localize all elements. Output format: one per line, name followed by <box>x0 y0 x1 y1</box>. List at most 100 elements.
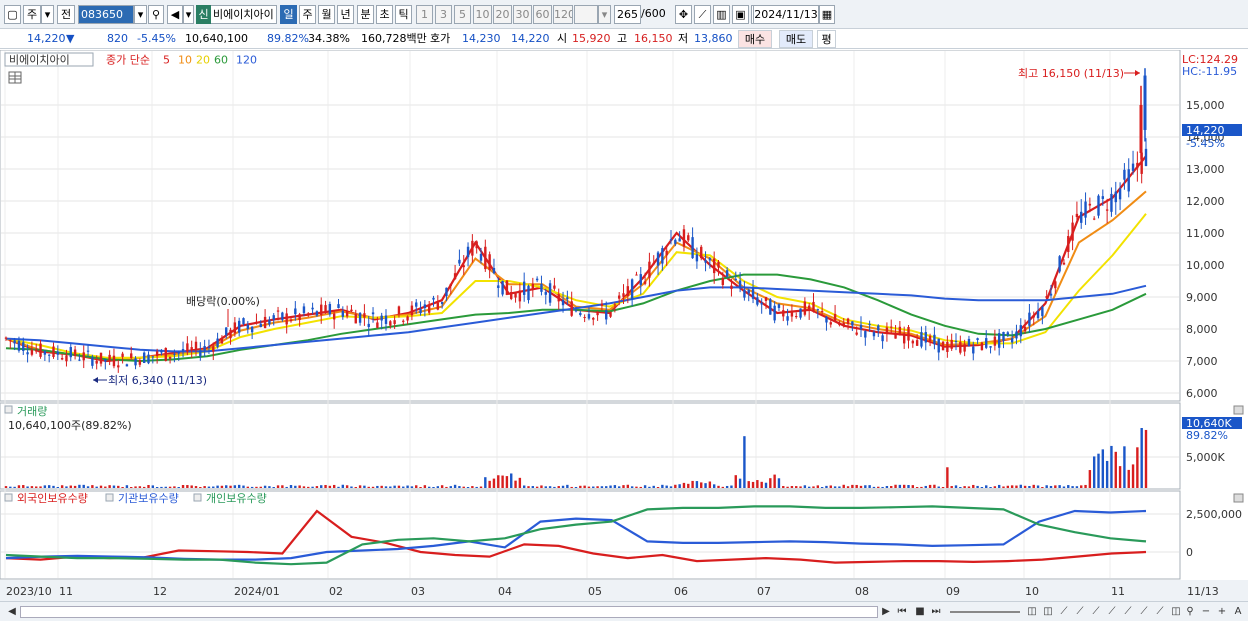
layout-icon[interactable]: ▢ <box>4 5 21 24</box>
candle-body <box>760 302 763 305</box>
volume-bar <box>700 482 703 488</box>
volume-bar <box>1045 485 1048 488</box>
volume-bar <box>69 485 72 488</box>
volume-bar <box>294 485 297 488</box>
tool-icon-9[interactable]: ⟋ <box>1152 604 1168 620</box>
scrollbar[interactable]: ◀ ▶ ⏮ ■ ⏭ ◫ ◫ ⟋ ⟋ ⟋ ⟋ ⟋ ⟋ ⟋ ◫ ⚲ − + A <box>0 601 1248 621</box>
text-tool-icon[interactable]: A <box>1230 604 1246 620</box>
buy-button[interactable]: 매수 <box>738 30 772 48</box>
volume-bar <box>626 484 630 488</box>
interval-5[interactable]: 5 <box>454 5 471 24</box>
period-select[interactable]: 주 <box>23 5 41 24</box>
interval-60[interactable]: 60 <box>533 5 552 24</box>
volume-bar <box>1131 464 1135 488</box>
candle-body <box>682 229 686 247</box>
interval-custom[interactable] <box>574 5 598 24</box>
date-input[interactable]: 2024/11/13 <box>753 5 819 24</box>
candle-body <box>872 332 876 337</box>
volume-bar <box>376 485 379 488</box>
tab-week[interactable]: 주 <box>299 5 316 24</box>
candle-body <box>773 305 776 321</box>
tool-icon-5[interactable]: ⟋ <box>1088 604 1104 620</box>
period-dropdown-icon[interactable]: ▾ <box>41 5 54 24</box>
zoom-in-icon[interactable]: + <box>1214 604 1230 620</box>
volume-panel[interactable] <box>0 402 1181 490</box>
volume-bar <box>790 486 794 488</box>
volume-bar <box>816 485 820 488</box>
candle-body <box>272 315 275 320</box>
holding-panel-icon[interactable] <box>4 493 13 502</box>
scroll-left-icon[interactable]: ◀ <box>4 604 20 620</box>
tab-tick[interactable]: 틱 <box>395 5 412 24</box>
avg-button[interactable]: 평 <box>817 30 836 48</box>
interval-120[interactable]: 120 <box>553 5 573 24</box>
volume-bar <box>851 484 854 488</box>
stock-chart[interactable]: 비에이치아이 종가 단순 5 10 20 60 120 LC:124.29 HC… <box>0 50 1248 601</box>
stop-icon[interactable]: ■ <box>912 604 928 620</box>
candle-body <box>9 340 12 342</box>
volume-bar <box>449 486 452 488</box>
candle-body <box>315 311 319 316</box>
stock-code-input[interactable]: 083650 <box>78 5 134 24</box>
tool-icon-2[interactable]: ◫ <box>1040 604 1056 620</box>
current-price-axis-label: 14,220 <box>1186 124 1225 137</box>
chart-type-icon[interactable]: ▥ <box>713 5 730 24</box>
volume-panel-icon[interactable] <box>4 405 13 414</box>
candle-body <box>497 285 500 288</box>
prev-button[interactable]: 전 <box>57 5 75 24</box>
tool-icon-7[interactable]: ⟋ <box>1120 604 1136 620</box>
tool-icon-3[interactable]: ⟋ <box>1056 604 1072 620</box>
tab-month[interactable]: 월 <box>318 5 335 24</box>
zoom-out-icon[interactable]: − <box>1198 604 1214 620</box>
scroll-last-icon[interactable]: ⏭ <box>928 604 944 620</box>
count-input[interactable]: 265 <box>614 5 641 24</box>
volume-bar <box>712 484 716 488</box>
holding-close-icon[interactable] <box>1233 493 1244 503</box>
interval-3[interactable]: 3 <box>435 5 452 24</box>
price-panel[interactable] <box>0 50 1181 402</box>
zoom-slider[interactable] <box>950 611 1020 613</box>
speaker-icon[interactable]: ◀ <box>167 5 183 24</box>
interval-30[interactable]: 30 <box>513 5 532 24</box>
scroll-first-icon[interactable]: ⏮ <box>894 604 910 620</box>
candle-body <box>466 246 470 258</box>
volume-close-icon[interactable] <box>1233 405 1244 415</box>
volume-bar <box>643 485 647 488</box>
candle-body <box>985 338 988 348</box>
tab-minute[interactable]: 분 <box>357 5 374 24</box>
zoom-search-icon[interactable]: ⚲ <box>1182 604 1198 620</box>
tab-year[interactable]: 년 <box>337 5 354 24</box>
volume-bar <box>13 486 16 488</box>
volume-bar <box>859 485 863 488</box>
save-icon[interactable]: ▣ <box>732 5 749 24</box>
candle-body <box>1058 256 1061 272</box>
tab-second[interactable]: 초 <box>376 5 393 24</box>
tool-icon-8[interactable]: ⟋ <box>1136 604 1152 620</box>
tool-icon-1[interactable]: ◫ <box>1024 604 1040 620</box>
speaker-dropdown-icon[interactable]: ▾ <box>183 5 194 24</box>
tab-day[interactable]: 일 <box>280 5 297 24</box>
candle-body <box>121 353 124 357</box>
interval-20[interactable]: 20 <box>493 5 512 24</box>
tool-icon-6[interactable]: ⟋ <box>1104 604 1120 620</box>
candle-body <box>427 305 431 313</box>
interval-1[interactable]: 1 <box>416 5 433 24</box>
search-icon[interactable]: ⚲ <box>148 5 164 24</box>
code-dropdown-icon[interactable]: ▾ <box>134 5 147 24</box>
calendar-icon[interactable]: ▦ <box>819 5 835 24</box>
candle-body <box>194 341 198 350</box>
candle-body <box>700 246 703 259</box>
interval-dropdown-icon[interactable]: ▾ <box>598 5 611 24</box>
scroll-track[interactable] <box>20 606 878 618</box>
volume-bar <box>1101 449 1105 488</box>
interval-10[interactable]: 10 <box>473 5 492 24</box>
candle-body <box>1023 326 1027 332</box>
draw-tool-icon[interactable]: ⟋ <box>694 5 711 24</box>
volume-bar <box>691 480 694 488</box>
scroll-right-icon[interactable]: ▶ <box>878 604 894 620</box>
candle-body <box>846 318 850 324</box>
crosshair-icon[interactable]: ✥ <box>675 5 692 24</box>
sell-button[interactable]: 매도 <box>779 30 813 48</box>
tool-icon-4[interactable]: ⟋ <box>1072 604 1088 620</box>
chart-area[interactable]: 비에이치아이 종가 단순 5 10 20 60 120 LC:124.29 HC… <box>0 50 1248 601</box>
